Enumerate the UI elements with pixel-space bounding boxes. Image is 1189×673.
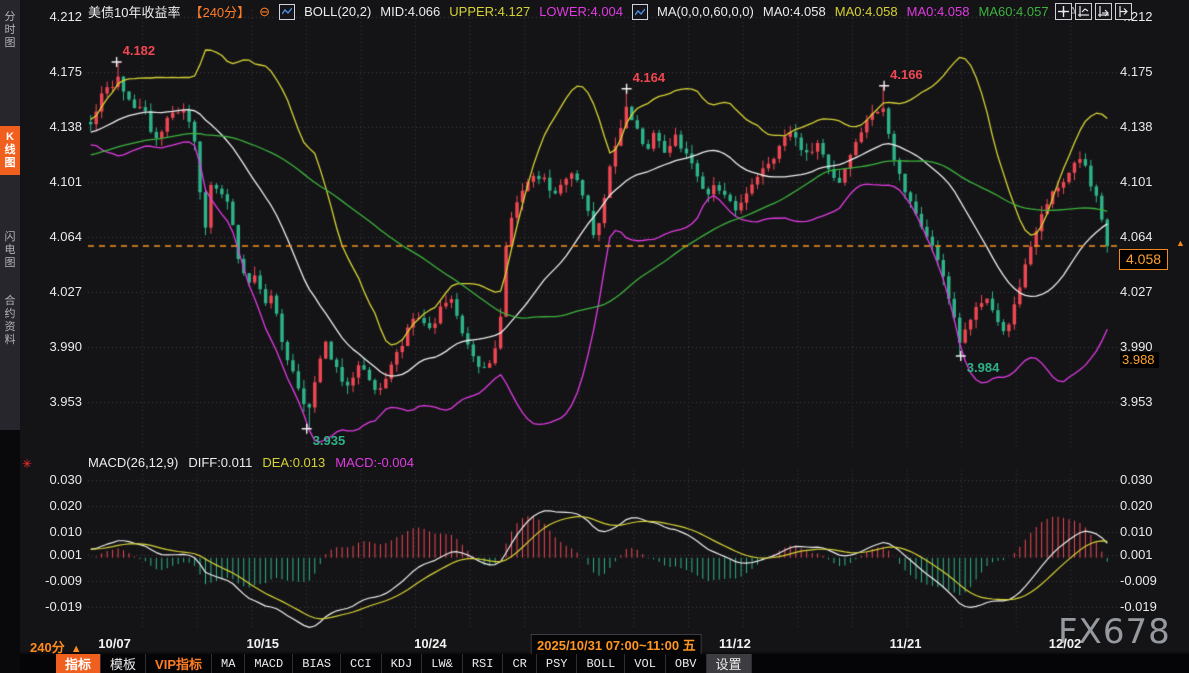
- toolbar-button-12[interactable]: PSY: [537, 654, 578, 673]
- macd-tick-right: 0.010: [1120, 524, 1153, 539]
- time-axis-label: 10/07: [98, 636, 131, 651]
- ma-values: MA0:4.058MA0:4.058MA0:4.058MA60:4.057MA0…: [763, 4, 1088, 19]
- ma-value-4: MA60:4.057: [978, 4, 1048, 19]
- price-tick-left: 3.953: [26, 394, 82, 409]
- toolbar-button-6[interactable]: BIAS: [293, 654, 341, 673]
- time-axis-label: 10/15: [246, 636, 279, 651]
- chart-overlay: 美债10年收益率 【240分】 ⊖ BOLL(20,2) MID:4.066 U…: [0, 0, 1189, 673]
- macd-tick-left: 0.001: [26, 547, 82, 562]
- sidebar-tab-label: 分时图: [4, 11, 17, 50]
- y-axis-scale-icon[interactable]: [1075, 3, 1092, 20]
- price-tick-left: 4.138: [26, 119, 82, 134]
- macd-tick-left: -0.019: [26, 599, 82, 614]
- macd-tick-right: 0.020: [1120, 498, 1153, 513]
- price-marker-icon: ▲: [1176, 238, 1185, 248]
- boll-lower-value: LOWER:4.004: [539, 4, 623, 19]
- toolbar-button-13[interactable]: BOLL: [577, 654, 625, 673]
- toolbar-button-15[interactable]: OBV: [666, 654, 707, 673]
- toolbar-button-3[interactable]: VIP指标: [146, 654, 212, 673]
- price-tick-right: 4.027: [1120, 284, 1153, 299]
- toolbar-button-1[interactable]: 指标: [56, 654, 101, 673]
- boll-name: BOLL(20,2): [304, 4, 371, 19]
- price-tick-left: 3.990: [26, 339, 82, 354]
- boll-upper-value: UPPER:4.127: [449, 4, 530, 19]
- price-tick-left: 4.175: [26, 64, 82, 79]
- macd-burst-icon[interactable]: ✳: [22, 457, 32, 471]
- reference-price-label: 3.988: [1120, 352, 1159, 368]
- price-tick-right: 4.101: [1120, 174, 1153, 189]
- sidebar-tab-1[interactable]: 分时图: [0, 6, 20, 55]
- indicator-toolbar: 指标模板VIP指标MAMACDBIASCCIKDJLW&RSICRPSYBOLL…: [20, 654, 1189, 673]
- sidebar-tab-3[interactable]: 闪电图: [0, 226, 20, 275]
- price-tick-left: 4.064: [26, 229, 82, 244]
- pan-icon[interactable]: [1055, 3, 1072, 20]
- price-tick-left: 4.101: [26, 174, 82, 189]
- macd-tick-left: 0.010: [26, 524, 82, 539]
- price-tick-left: 4.027: [26, 284, 82, 299]
- macd-tick-left: 0.030: [26, 472, 82, 487]
- chart-title: 美债10年收益率: [88, 2, 180, 21]
- price-tick-right: 3.953: [1120, 394, 1153, 409]
- ma-value-3: MA0:4.058: [907, 4, 970, 19]
- watermark: FX678: [1058, 612, 1171, 652]
- toolbar-button-8[interactable]: KDJ: [382, 654, 423, 673]
- toolbar-button-9[interactable]: LW&: [422, 654, 463, 673]
- macd-dea-value: DEA:0.013: [262, 455, 325, 470]
- link-circle-icon[interactable]: ⊖: [259, 4, 270, 20]
- sidebar-tab-label: K线图: [4, 131, 17, 170]
- macd-tick-left: 0.020: [26, 498, 82, 513]
- selected-bar-datetime: 2025/10/31 07:00~11:00 五: [531, 634, 702, 656]
- period-tag: 【240分】: [189, 2, 250, 21]
- ma-value-1: MA0:4.058: [763, 4, 826, 19]
- window-controls: [1055, 3, 1132, 20]
- toolbar-button-4[interactable]: MA: [212, 654, 245, 673]
- toolbar-button-14[interactable]: VOL: [625, 654, 666, 673]
- macd-header: MACD(26,12,9) DIFF:0.011 DEA:0.013 MACD:…: [88, 455, 414, 470]
- price-tick-left: 4.212: [26, 9, 82, 24]
- macd-diff-value: DIFF:0.011: [188, 455, 252, 470]
- sidebar-tab-label: 合约资料: [4, 295, 17, 347]
- boll-mid-value: MID:4.066: [380, 4, 440, 19]
- time-axis-label: 11/21: [890, 636, 922, 651]
- boll-indicator-icon[interactable]: [279, 4, 295, 20]
- macd-tick-left: -0.009: [26, 573, 82, 588]
- price-tick-right: 4.138: [1120, 119, 1153, 134]
- price-tick-right: 4.064: [1120, 229, 1153, 244]
- time-axis-label: 11/12: [719, 636, 751, 651]
- period-label: 240分: [30, 640, 65, 655]
- toolbar-button-11[interactable]: CR: [503, 654, 536, 673]
- macd-tick-right: 0.030: [1120, 472, 1153, 487]
- price-annotation: 3.935: [313, 433, 346, 448]
- price-annotation: 3.984: [967, 360, 1000, 375]
- macd-tick-right: -0.009: [1120, 573, 1157, 588]
- current-price-badge: 4.058: [1119, 249, 1168, 270]
- x-axis-scale-icon[interactable]: [1095, 3, 1112, 20]
- sidebar-tab-4[interactable]: 合约资料: [0, 290, 20, 352]
- toolbar-button-2[interactable]: 模板: [101, 654, 146, 673]
- macd-name: MACD(26,12,9): [88, 455, 178, 470]
- chart-header: 美债10年收益率 【240分】 ⊖ BOLL(20,2) MID:4.066 U…: [88, 3, 1088, 20]
- sidebar-tab-label: 闪电图: [4, 231, 17, 270]
- toolbar-button-5[interactable]: MACD: [245, 654, 293, 673]
- price-annotation: 4.164: [633, 70, 666, 85]
- export-right-icon[interactable]: [1115, 3, 1132, 20]
- sidebar-tab-2[interactable]: K线图: [0, 126, 20, 175]
- ma-indicator-icon[interactable]: [632, 4, 648, 20]
- price-annotation: 4.182: [123, 43, 156, 58]
- toolbar-button-10[interactable]: RSI: [463, 654, 504, 673]
- macd-bar-value: MACD:-0.004: [335, 455, 414, 470]
- sidebar: 分时图 K线图闪电图合约资料: [0, 0, 20, 673]
- macd-tick-right: 0.001: [1120, 547, 1153, 562]
- ma-value-2: MA0:4.058: [835, 4, 898, 19]
- price-annotation: 4.166: [890, 67, 923, 82]
- price-tick-right: 4.175: [1120, 64, 1153, 79]
- toolbar-button-7[interactable]: CCI: [341, 654, 382, 673]
- sidebar-background: [0, 0, 20, 430]
- ma-name: MA(0,0,0,60,0,0): [657, 4, 754, 19]
- toolbar-button-16[interactable]: 设置: [707, 654, 752, 673]
- time-axis-label: 10/24: [414, 636, 447, 651]
